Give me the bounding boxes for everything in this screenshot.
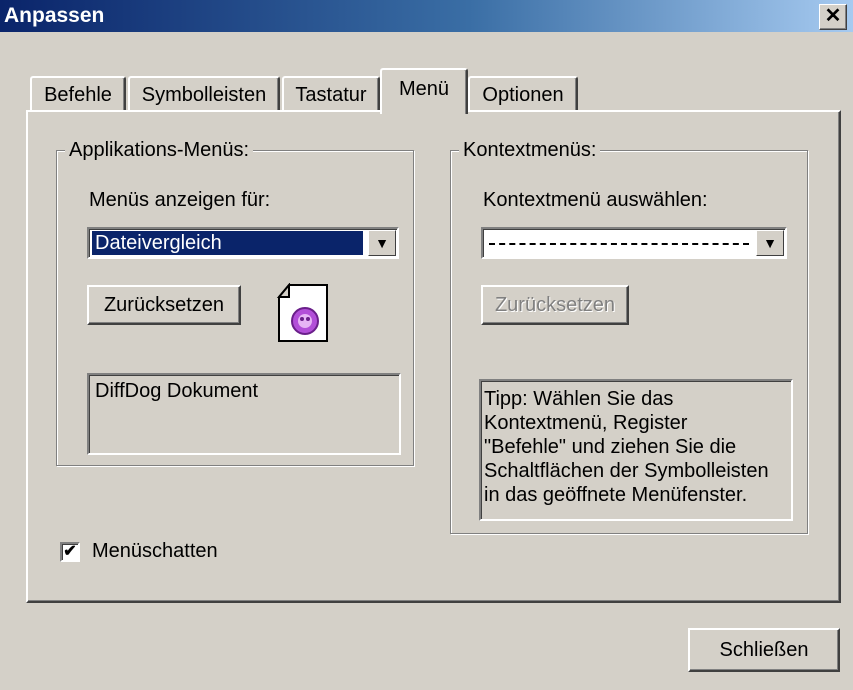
select-context-menu-label: Kontextmenü auswählen: [483,189,708,211]
context-menu-dropdown[interactable]: ▼ [481,227,787,259]
tab-label: Befehle [44,84,112,106]
tip-line: Tipp: Wählen Sie das [484,388,674,410]
app-menus-group: Applikations-Menüs: Menüs anzeigen für: … [56,138,414,466]
menu-shadow-label: Menüschatten [92,540,218,562]
tab-panel-menu: Applikations-Menüs: Menüs anzeigen für: … [26,110,841,603]
app-menus-legend: Applikations-Menüs: [65,138,254,162]
close-icon: ✕ [824,5,842,27]
tab-optionen[interactable]: Optionen [468,76,578,112]
tip-line: "Befehle" und ziehen Sie die [484,436,737,458]
tip-box: Tipp: Wählen Sie das Kontextmenü, Regist… [479,379,793,521]
tip-line: in das geöffnete Menüfenster. [484,484,748,506]
menu-shadow-checkbox[interactable]: ✔ [60,542,80,562]
tab-befehle[interactable]: Befehle [30,76,126,112]
checkmark-icon: ✔ [63,543,77,560]
dropdown-arrow-button[interactable]: ▼ [756,230,784,256]
chevron-down-icon: ▼ [375,235,389,251]
button-label: Zurücksetzen [103,294,225,316]
title-bar: Anpassen ✕ [0,0,853,32]
tab-label: Tastatur [295,84,367,106]
tab-menu[interactable]: Menü [380,68,468,114]
window-title: Anpassen [4,4,105,27]
empty-selection-placeholder [489,243,749,245]
close-dialog-button[interactable]: Schließen [688,628,840,672]
document-info-box: DiffDog Dokument [87,373,401,455]
tab-label: Optionen [482,84,564,106]
button-label: Schließen [719,639,809,661]
document-type-text: DiffDog Dokument [95,380,259,402]
tab-tastatur[interactable]: Tastatur [282,76,380,112]
menu-selector-value: Dateivergleich [92,231,363,255]
tab-label: Symbolleisten [141,84,267,106]
tab-label: Menü [398,78,450,100]
reset-context-menu-button: Zurücksetzen [481,285,629,325]
tip-line: Kontextmenü, Register [484,412,688,434]
context-menus-legend: Kontextmenüs: [459,138,601,162]
dropdown-arrow-button[interactable]: ▼ [368,230,396,256]
button-label: Zurücksetzen [494,294,616,316]
tip-line: Schaltflächen der Symbolleisten [484,460,769,482]
show-menus-for-label: Menüs anzeigen für: [89,189,271,211]
diffdog-document-icon [275,282,333,343]
context-menus-group: Kontextmenüs: Kontextmenü auswählen: ▼ Z… [450,138,808,534]
chevron-down-icon: ▼ [763,235,777,251]
close-window-button[interactable]: ✕ [819,4,847,30]
reset-app-menus-button[interactable]: Zurücksetzen [87,285,241,325]
tab-symbolleisten[interactable]: Symbolleisten [128,76,280,112]
menu-selector-dropdown[interactable]: Dateivergleich ▼ [87,227,399,259]
